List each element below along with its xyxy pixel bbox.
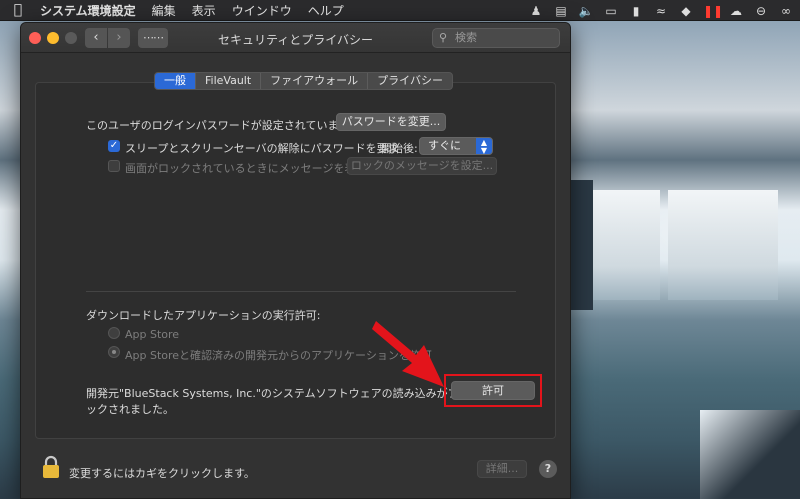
after-select-value: すぐに (428, 139, 461, 152)
lock-text: 変更するにはカギをクリックします。 (69, 467, 255, 480)
parallels-icon[interactable]: ❚❚ (703, 4, 723, 18)
menubar-app-name[interactable]: システム環境設定 (36, 2, 144, 19)
blocked-message-line2: ックされました。 (86, 403, 174, 416)
require-password-checkbox[interactable]: ✓ (108, 140, 120, 152)
menu-window[interactable]: ウインドウ (224, 2, 300, 19)
no-entry-icon[interactable]: ⊖ (753, 4, 769, 18)
radio-app-store-label: App Store (125, 328, 180, 341)
require-password-label: スリープとスクリーンセーバの解除にパスワードを要求 (125, 142, 399, 155)
annotation-arrow-icon (372, 321, 444, 387)
help-button[interactable]: ? (539, 460, 557, 478)
user-switch-icon[interactable]: ♟ (528, 4, 544, 18)
dropbox-icon[interactable]: ◆ (678, 4, 694, 18)
message-icon[interactable]: ▤ (553, 4, 569, 18)
allow-button[interactable]: 許可 (451, 381, 535, 400)
menubar:  システム環境設定 編集 表示 ウインドウ ヘルプ ♟ ▤ 🔈 ▭ ▮ ≈ ◆… (0, 0, 800, 21)
wifi-icon[interactable]: ≈ (653, 4, 669, 18)
downloads-heading: ダウンロードしたアプリケーションの実行許可: (86, 309, 321, 322)
after-label: 開始後: (381, 142, 418, 155)
volume-icon[interactable]: 🔈 (578, 4, 594, 18)
glasses-icon[interactable]: ∞ (778, 4, 794, 18)
wallpaper-waterfall (668, 190, 778, 300)
search-input[interactable]: ⚲ 検索 (432, 28, 560, 48)
after-select[interactable]: すぐに ▲ ▼ (419, 137, 493, 155)
chevron-updown-icon: ▲ ▼ (476, 138, 492, 155)
lock-message-label: 画面がロックされているときにメッセージを表示 (125, 162, 367, 175)
radio-identified-developers[interactable] (108, 346, 120, 358)
wallpaper-waterfall (590, 190, 660, 300)
wallpaper-rock (571, 180, 593, 310)
tab-firewall[interactable]: ファイアウォール (261, 73, 369, 89)
search-icon: ⚲ (439, 31, 448, 44)
general-panel: このユーザのログインパスワードが設定されています パスワードを変更... ✓ ス… (35, 82, 556, 439)
tab-general[interactable]: 一般 (155, 73, 196, 89)
display-icon[interactable]: ▭ (603, 4, 619, 18)
cloud-icon[interactable]: ☁ (728, 4, 744, 18)
lock-icon[interactable] (41, 455, 61, 479)
menu-edit[interactable]: 編集 (144, 2, 184, 19)
menu-help[interactable]: ヘルプ (300, 2, 352, 19)
radio-app-store[interactable] (108, 327, 120, 339)
tab-privacy[interactable]: プライバシー (368, 73, 452, 89)
battery-icon[interactable]: ▮ (628, 4, 644, 18)
apple-icon[interactable]:  (0, 2, 36, 18)
section-divider (86, 291, 516, 292)
lock-message-checkbox[interactable] (108, 160, 120, 172)
password-status-text: このユーザのログインパスワードが設定されています (86, 119, 350, 132)
change-password-button[interactable]: パスワードを変更... (336, 113, 446, 131)
preferences-window: ‹ › ⋯⋯ セキュリティとプライバシー ⚲ 検索 このユーザのログインパスワー… (20, 22, 571, 499)
advanced-button[interactable]: 詳細... (477, 460, 527, 478)
titlebar: ‹ › ⋯⋯ セキュリティとプライバシー ⚲ 検索 (21, 23, 570, 53)
tab-filevault[interactable]: FileVault (196, 73, 262, 89)
search-placeholder: 検索 (455, 31, 477, 44)
wallpaper-rock (700, 410, 800, 499)
menu-view[interactable]: 表示 (184, 2, 224, 19)
lock-message-button[interactable]: ロックのメッセージを設定... (347, 157, 497, 175)
tab-bar: 一般 FileVault ファイアウォール プライバシー (154, 72, 453, 90)
status-area: ♟ ▤ 🔈 ▭ ▮ ≈ ◆ ❚❚ ☁ ⊖ ∞ (528, 0, 794, 21)
